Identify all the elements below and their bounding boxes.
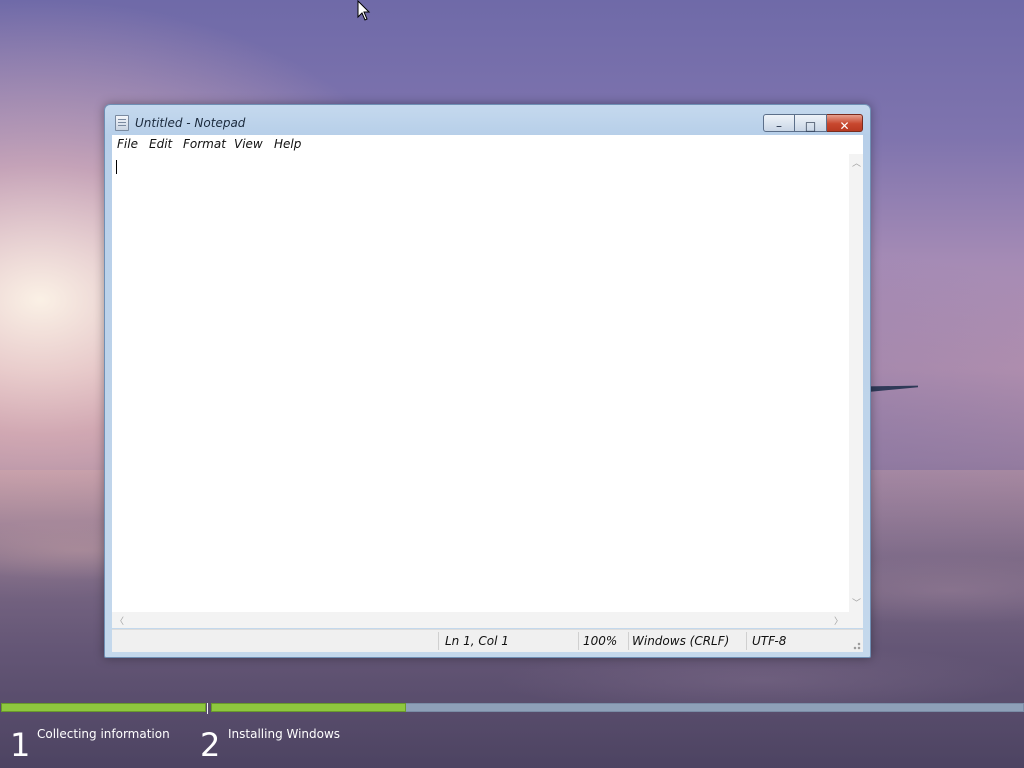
step-2-label: Installing Windows <box>228 727 341 741</box>
horizontal-scrollbar[interactable]: 〈 〉 <box>112 612 849 628</box>
scrollbar-corner <box>849 612 863 628</box>
status-divider <box>578 632 579 650</box>
menu-bar: File Edit Format View Help <box>112 135 863 154</box>
status-divider <box>746 632 747 650</box>
status-divider <box>628 632 629 650</box>
close-button[interactable]: ✕ <box>827 114 863 133</box>
arrow-cursor-icon <box>357 0 371 21</box>
progress-step-1 <box>1 703 206 712</box>
text-editor[interactable] <box>112 154 849 612</box>
vertical-scrollbar[interactable]: ︿ ﹀ <box>849 154 863 612</box>
status-divider <box>438 632 439 650</box>
menu-format[interactable]: Format <box>183 137 226 151</box>
minimize-icon: – <box>776 119 782 133</box>
menu-view[interactable]: View <box>234 137 263 151</box>
step-1-number: 1 <box>10 726 31 764</box>
menu-edit[interactable]: Edit <box>149 137 172 151</box>
text-caret <box>116 160 117 174</box>
window-title: Untitled - Notepad <box>135 116 246 130</box>
minimize-button[interactable]: – <box>763 114 795 133</box>
progress-step-2-fill <box>211 703 406 712</box>
status-bar: Ln 1, Col 1 100% Windows (CRLF) UTF-8 <box>112 629 863 652</box>
scroll-left-icon[interactable]: 〈 <box>115 614 124 627</box>
menu-file[interactable]: File <box>117 137 138 151</box>
airplane-wing <box>868 385 918 392</box>
notepad-icon <box>115 115 129 131</box>
status-line-endings: Windows (CRLF) <box>632 634 730 648</box>
scroll-up-icon[interactable]: ︿ <box>852 156 861 169</box>
menu-help[interactable]: Help <box>274 137 301 151</box>
step-2-number: 2 <box>200 726 221 764</box>
status-encoding: UTF-8 <box>752 634 787 648</box>
scroll-right-icon[interactable]: 〉 <box>834 614 843 627</box>
progress-separator <box>207 703 208 714</box>
maximize-button[interactable]: □ <box>795 114 827 133</box>
scroll-down-icon[interactable]: ﹀ <box>852 596 861 609</box>
notepad-window[interactable]: Untitled - Notepad – □ ✕ File Edit Forma… <box>104 104 871 658</box>
resize-grip-icon[interactable] <box>851 640 861 650</box>
status-zoom: 100% <box>583 634 618 648</box>
step-1-label: Collecting information <box>37 727 170 741</box>
close-icon: ✕ <box>839 119 850 133</box>
maximize-icon: □ <box>804 119 817 133</box>
setup-progress-bar <box>0 703 1024 714</box>
title-bar[interactable]: Untitled - Notepad – □ ✕ <box>105 105 870 135</box>
status-cursor-position: Ln 1, Col 1 <box>445 634 509 648</box>
